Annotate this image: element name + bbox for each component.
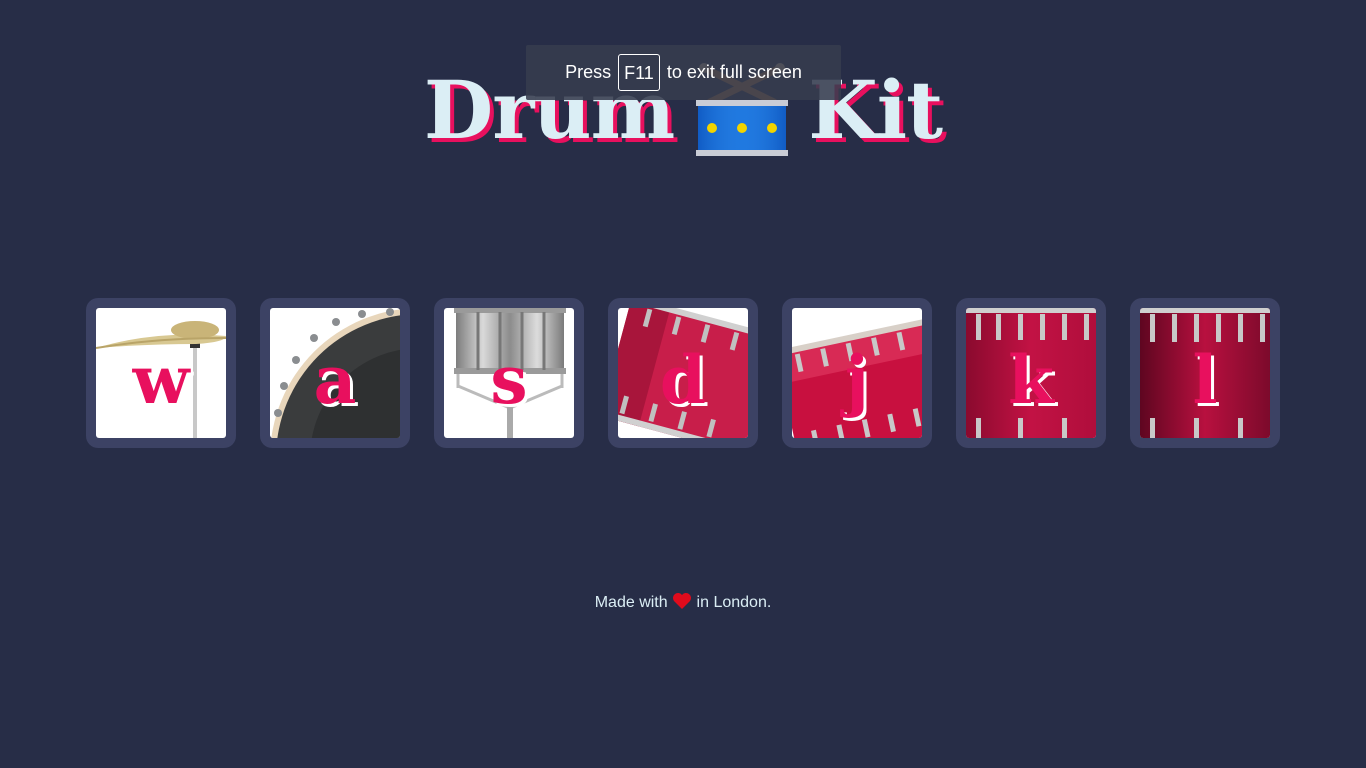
fullscreen-notice-suffix: to exit full screen — [666, 62, 802, 82]
drum-key-face: d — [618, 308, 748, 438]
fullscreen-notice: Press F11 to exit full screen — [526, 45, 841, 100]
footer: Made with in London. — [0, 592, 1366, 613]
key-letter: d — [659, 341, 707, 419]
drum-key-face: j — [792, 308, 922, 438]
drum-key-face: w — [96, 308, 226, 438]
key-letter: l — [1192, 341, 1218, 419]
drum-key-k[interactable]: k — [956, 298, 1106, 448]
drum-key-face: s — [444, 308, 574, 438]
footer-text-before: Made with — [594, 594, 668, 611]
drum-key-face: k — [966, 308, 1096, 438]
drum-key-face: l — [1140, 308, 1270, 438]
footer-text-after: in London. — [696, 594, 772, 611]
drum-keys: w a s d j k l — [86, 298, 1280, 448]
fullscreen-notice-prefix: Press — [565, 62, 612, 82]
key-letter: s — [490, 341, 528, 419]
drum-key-s[interactable]: s — [434, 298, 584, 448]
fullscreen-notice-key: F11 — [618, 54, 660, 91]
drum-key-w[interactable]: w — [86, 298, 236, 448]
drum-key-j[interactable]: j — [782, 298, 932, 448]
drum-kit-page: Press F11 to exit full screen Drum Kit w… — [0, 0, 1366, 768]
drum-key-l[interactable]: l — [1130, 298, 1280, 448]
drum-key-d[interactable]: d — [608, 298, 758, 448]
key-letter: w — [132, 341, 190, 419]
key-letter: j — [845, 341, 869, 419]
key-letter: k — [1008, 341, 1054, 419]
drum-key-face: a — [270, 308, 400, 438]
heart-icon — [672, 592, 692, 610]
drum-key-a[interactable]: a — [260, 298, 410, 448]
key-letter: a — [313, 341, 357, 419]
